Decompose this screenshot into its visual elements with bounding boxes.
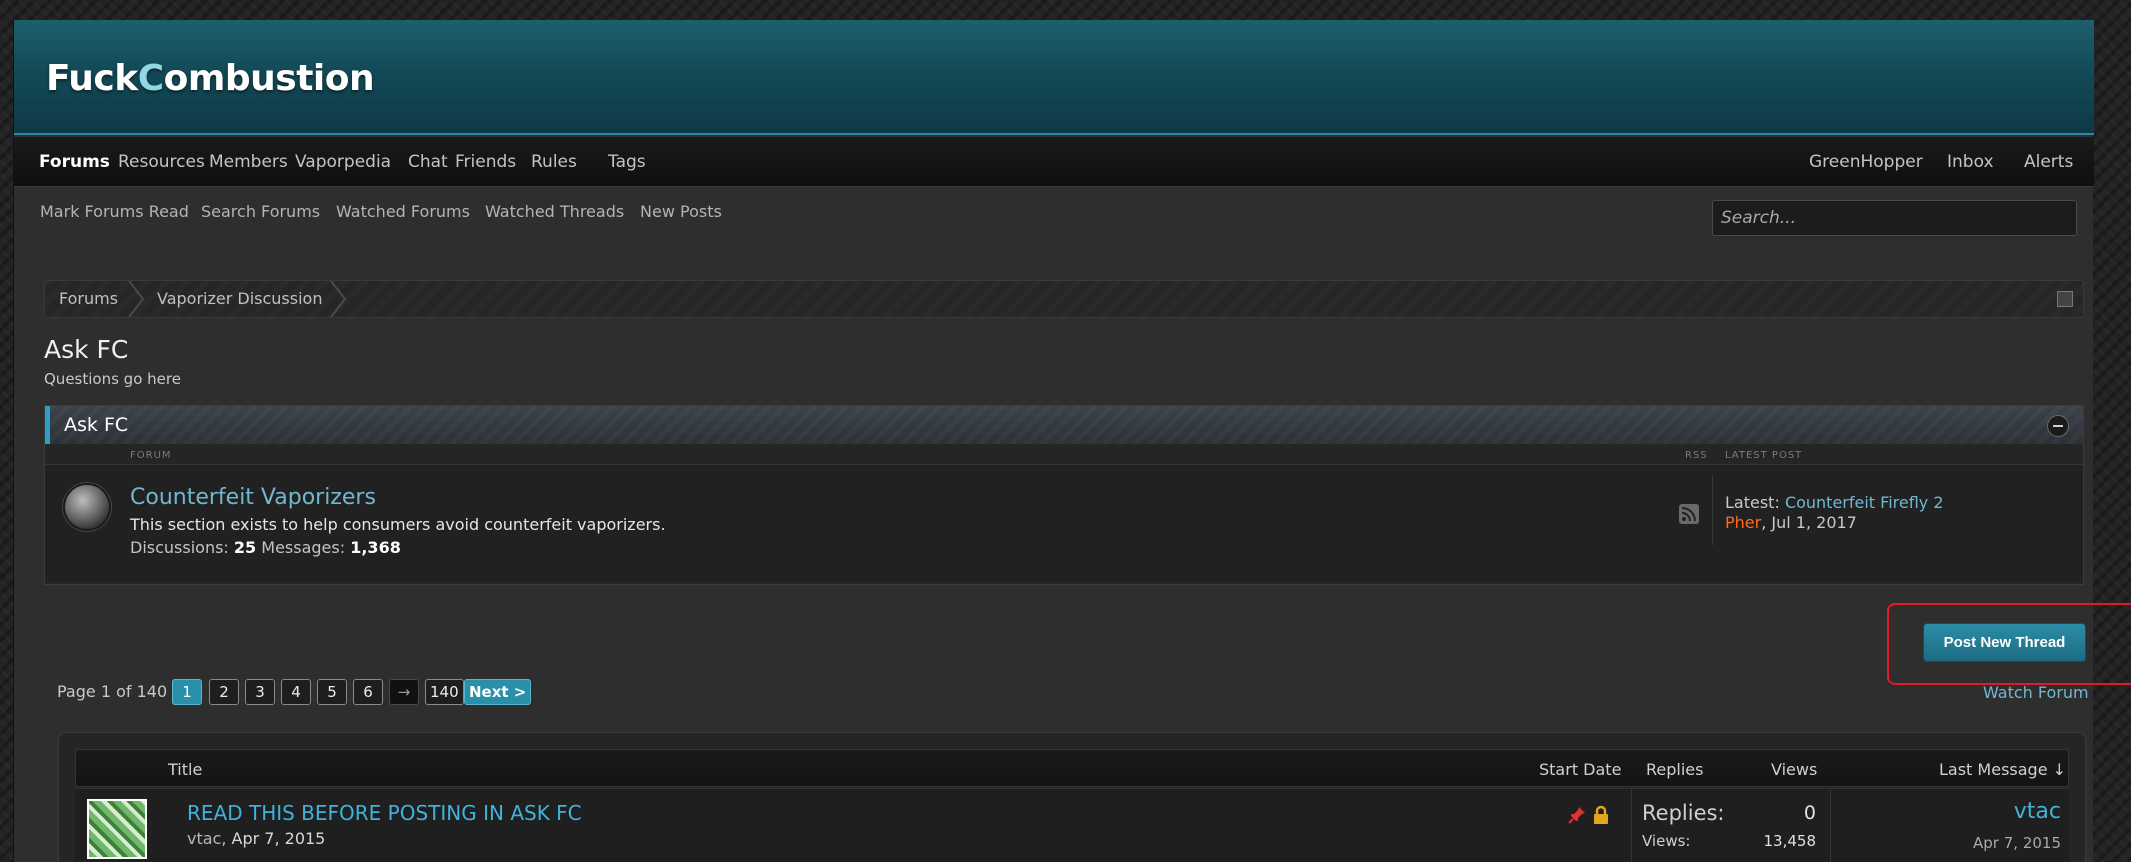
category-block: Ask FC FORUM RSS LATEST POST Counterfeit… [44, 405, 2084, 585]
column-label-forum: FORUM [130, 450, 172, 461]
last-message-user-link[interactable]: vtac [2014, 799, 2061, 824]
views-label: Views: [1642, 832, 1691, 850]
breadcrumb-separator [127, 281, 145, 317]
nav-tags[interactable]: Tags [608, 137, 646, 187]
column-header-start-date[interactable]: Start Date [1539, 760, 1621, 779]
replies-count: 0 [1803, 802, 1816, 824]
subnav-mark-forums-read[interactable]: Mark Forums Read [40, 202, 189, 221]
nav-alerts[interactable]: Alerts [2024, 137, 2073, 187]
latest-divider [1712, 475, 1713, 545]
last-message-date: Apr 7, 2015 [1973, 834, 2061, 852]
search-input[interactable] [1712, 200, 2077, 236]
page-button-6[interactable]: 6 [353, 679, 383, 705]
rss-icon[interactable] [1679, 504, 1699, 524]
nav-rules[interactable]: Rules [531, 137, 577, 187]
latest-post-meta: Pher, Jul 1, 2017 [1725, 513, 1857, 532]
latest-date: Jul 1, 2017 [1771, 513, 1857, 532]
thread-start-date: Apr 7, 2015 [231, 829, 326, 848]
avatar[interactable] [87, 799, 147, 859]
watch-forum-link[interactable]: Watch Forum [1983, 683, 2089, 702]
subnav-watched-threads[interactable]: Watched Threads [485, 202, 624, 221]
pin-icon [1567, 805, 1587, 825]
nav-chat[interactable]: Chat [408, 137, 448, 187]
forum-row: Counterfeit Vaporizers This section exis… [45, 464, 2083, 582]
breadcrumb-menu-icon[interactable] [2057, 291, 2073, 307]
thread-stats: Replies: 0 Views: 13,458 [1631, 789, 1831, 862]
latest-label: Latest: [1725, 493, 1780, 512]
thread-list: Title Start Date Replies Views Last Mess… [58, 732, 2086, 862]
column-header-title[interactable]: Title [168, 760, 202, 779]
forum-name-link[interactable]: Counterfeit Vaporizers [130, 485, 376, 510]
column-header-views[interactable]: Views [1771, 760, 1817, 779]
column-header-replies[interactable]: Replies [1646, 760, 1703, 779]
nav-user-greenhopper[interactable]: GreenHopper [1809, 137, 1923, 187]
nav-inbox[interactable]: Inbox [1947, 137, 1994, 187]
breadcrumb-forums[interactable]: Forums [59, 281, 118, 317]
collapse-icon[interactable] [2047, 415, 2069, 437]
subnav-watched-forums[interactable]: Watched Forums [336, 202, 470, 221]
post-new-thread-button[interactable]: Post New Thread [1923, 623, 2086, 662]
thread-list-header: Title Start Date Replies Views Last Mess… [75, 749, 2069, 787]
site-header: FuckCombustion [14, 20, 2094, 135]
thread-meta: vtac, Apr 7, 2015 [187, 829, 326, 848]
subnav-new-posts[interactable]: New Posts [640, 202, 722, 221]
discussions-label: Discussions: [130, 538, 229, 557]
column-label-latest-post: LATEST POST [1725, 450, 1803, 461]
category-title[interactable]: Ask FC [64, 414, 128, 436]
page-container: FuckCombustion Forums Resources Members … [13, 20, 2131, 862]
page-description: Questions go here [44, 370, 181, 388]
column-label-rss: RSS [1685, 450, 1708, 461]
messages-label: Messages: [261, 538, 346, 557]
discussions-count: 25 [233, 538, 257, 557]
messages-count: 1,368 [350, 538, 401, 557]
main-nav: Forums Resources Members Vaporpedia Chat… [14, 137, 2094, 187]
latest-user-link[interactable]: Pher [1725, 513, 1761, 532]
column-header-last-message[interactable]: Last Message ↓ [1939, 760, 2066, 779]
breadcrumb: Forums Vaporizer Discussion [44, 280, 2084, 318]
forum-stats: Discussions: 25 Messages: 1,368 [130, 538, 401, 557]
nav-friends[interactable]: Friends [455, 137, 516, 187]
subnav-search-forums[interactable]: Search Forums [201, 202, 320, 221]
page-button-2[interactable]: 2 [209, 679, 239, 705]
logo-text-2: ombustion [163, 58, 375, 99]
thread-title-link[interactable]: READ THIS BEFORE POSTING IN ASK FC [187, 801, 582, 825]
forum-description: This section exists to help consumers av… [130, 515, 666, 534]
lock-icon [1591, 805, 1611, 825]
thread-author-link[interactable]: vtac [187, 829, 221, 848]
logo-text-1: Fuck [46, 58, 138, 99]
page-button-4[interactable]: 4 [281, 679, 311, 705]
page-next-button[interactable]: Next > [464, 679, 532, 705]
views-count: 13,458 [1763, 832, 1817, 850]
page-button-3[interactable]: 3 [245, 679, 275, 705]
breadcrumb-vaporizer-discussion[interactable]: Vaporizer Discussion [157, 281, 322, 317]
page-title: Ask FC [44, 335, 129, 364]
pagination-label: Page 1 of 140 [57, 682, 168, 701]
replies-label: Replies: [1642, 801, 1725, 825]
page-button-1[interactable]: 1 [172, 679, 202, 705]
latest-thread-link[interactable]: Counterfeit Firefly 2 [1785, 493, 1944, 512]
site-logo[interactable]: FuckCombustion [46, 58, 375, 99]
nav-forums[interactable]: Forums [23, 137, 126, 187]
page-button-last[interactable]: 140 [425, 679, 464, 705]
logo-text-accent: C [137, 58, 164, 99]
nav-resources[interactable]: Resources [118, 137, 205, 187]
forum-status-icon [65, 485, 109, 529]
category-header: Ask FC [45, 406, 2083, 444]
thread-row: READ THIS BEFORE POSTING IN ASK FC vtac,… [75, 788, 2069, 862]
nav-members[interactable]: Members [209, 137, 288, 187]
nav-vaporpedia[interactable]: Vaporpedia [295, 137, 391, 187]
page-skip-button[interactable]: → [389, 679, 419, 705]
page-button-5[interactable]: 5 [317, 679, 347, 705]
breadcrumb-separator [329, 281, 347, 317]
latest-post-line: Latest: Counterfeit Firefly 2 [1725, 493, 1944, 512]
